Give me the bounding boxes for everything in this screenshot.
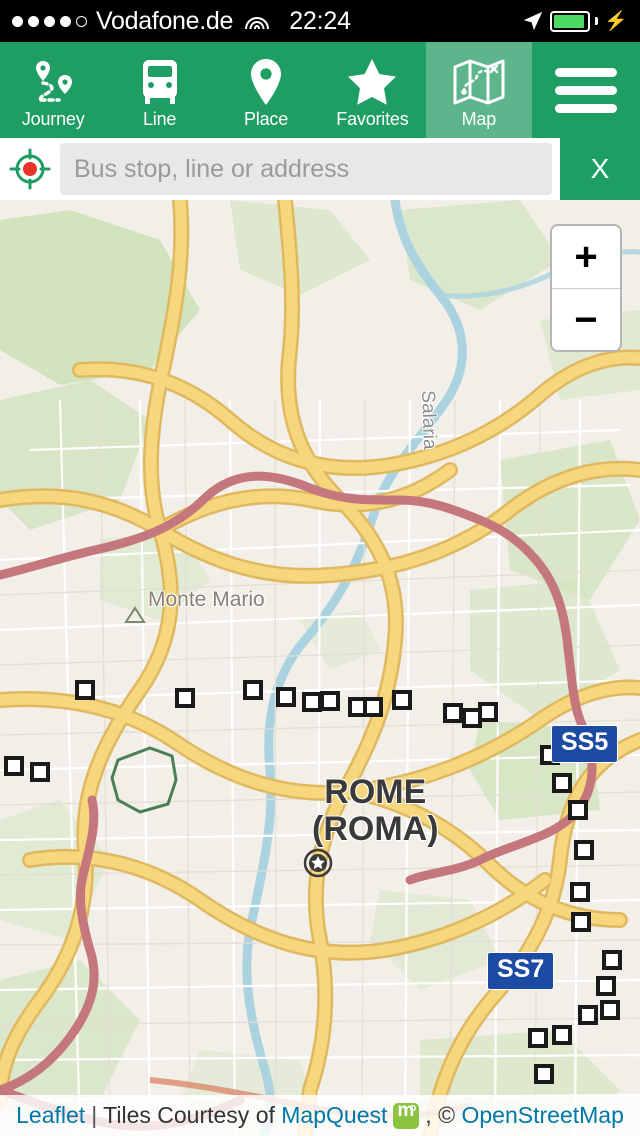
clear-search-button[interactable]: X	[560, 138, 640, 200]
stop-marker[interactable]	[392, 690, 412, 710]
stop-marker[interactable]	[320, 691, 340, 711]
battery-icon	[550, 10, 599, 32]
nav-item-label: Map	[461, 109, 497, 129]
stop-marker[interactable]	[363, 697, 383, 717]
charging-bolt-icon: ⚡	[604, 10, 628, 32]
map-zoom-control: + −	[550, 224, 622, 352]
nav-item-label: Line	[142, 109, 177, 129]
stop-marker[interactable]	[534, 1064, 554, 1084]
leaflet-link[interactable]: Leaflet	[16, 1102, 85, 1129]
search-input[interactable]	[60, 143, 552, 195]
stop-marker[interactable]	[600, 1000, 620, 1020]
location-arrow-icon	[524, 11, 543, 31]
stop-marker[interactable]	[243, 680, 263, 700]
stop-marker[interactable]	[578, 1005, 598, 1025]
stop-marker[interactable]	[528, 1028, 548, 1048]
journey-route-icon	[29, 56, 77, 108]
folded-map-icon	[453, 56, 505, 108]
map-tiles	[0, 200, 640, 1136]
stop-marker[interactable]	[552, 1025, 572, 1045]
road-shield-ss7: SS7	[487, 952, 555, 990]
stop-marker[interactable]	[302, 692, 322, 712]
openstreetmap-link[interactable]: OpenStreetMap	[462, 1102, 624, 1129]
nav-item-favorites[interactable]: Favorites	[319, 42, 425, 138]
status-bar: Vodafone.de 22:24 ⚡	[0, 0, 640, 42]
attribution-separator: |	[91, 1102, 98, 1128]
capital-star-icon	[303, 848, 333, 878]
map-pin-icon	[247, 56, 285, 108]
stop-marker[interactable]	[596, 976, 616, 996]
nav-item-line[interactable]: Line	[106, 42, 212, 138]
nav-item-label: Favorites	[336, 109, 409, 129]
map-attribution: Leaflet | Tiles Courtesy of MapQuest , ©…	[0, 1095, 640, 1136]
stop-marker[interactable]	[30, 762, 50, 782]
hamburger-menu-icon[interactable]	[532, 42, 640, 138]
stop-marker[interactable]	[175, 688, 195, 708]
zoom-in-button[interactable]: +	[552, 226, 620, 288]
nav-item-journey[interactable]: Journey	[0, 42, 106, 138]
nav-item-place[interactable]: Place	[213, 42, 319, 138]
attribution-tiles-text: Tiles Courtesy of	[103, 1102, 275, 1128]
search-bar: X	[0, 138, 640, 200]
stop-marker[interactable]	[574, 840, 594, 860]
nav-item-map[interactable]: Map	[425, 42, 533, 138]
map-canvas[interactable]: Monte Mario Salaria Mare ROME (ROMA) SS5…	[0, 200, 640, 1136]
mapquest-link[interactable]: MapQuest	[281, 1102, 387, 1129]
zoom-out-button[interactable]: −	[552, 288, 620, 350]
stop-marker[interactable]	[552, 773, 572, 793]
star-icon	[347, 56, 397, 108]
road-shield-ss5: SS5	[551, 725, 619, 763]
nav-item-label: Place	[244, 109, 289, 129]
stop-marker[interactable]	[276, 687, 296, 707]
mapquest-logo-icon	[393, 1100, 420, 1129]
stop-marker[interactable]	[443, 703, 463, 723]
gps-crosshair-icon[interactable]	[8, 147, 52, 191]
nav-item-label: Journey	[21, 109, 85, 129]
status-bar-right: ⚡	[522, 10, 628, 32]
stop-marker[interactable]	[75, 680, 95, 700]
app-root: Vodafone.de 22:24 ⚡ Journey Line Place F…	[0, 0, 640, 1136]
stop-marker[interactable]	[478, 702, 498, 722]
stop-marker[interactable]	[570, 882, 590, 902]
stop-marker[interactable]	[4, 756, 24, 776]
main-navigation: Journey Line Place Favorites Map	[0, 42, 640, 138]
bus-icon	[140, 56, 180, 108]
stop-marker[interactable]	[568, 800, 588, 820]
mountain-peak-icon	[124, 606, 146, 623]
stop-marker[interactable]	[602, 950, 622, 970]
attribution-osm-prefix: , ©	[425, 1102, 456, 1128]
stop-marker[interactable]	[571, 912, 591, 932]
